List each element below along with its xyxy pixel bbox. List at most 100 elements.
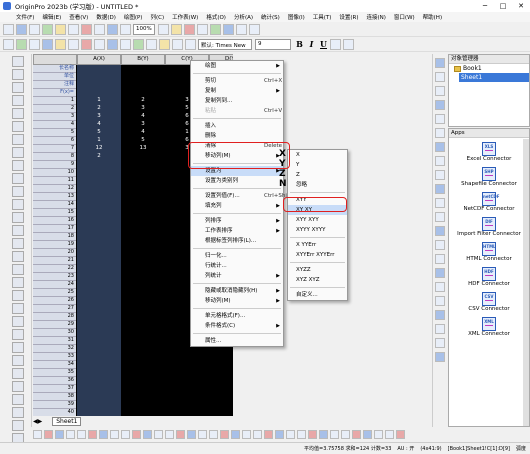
plot-type-icon[interactable] — [286, 429, 295, 439]
menu-item[interactable]: 查看(V) — [69, 13, 88, 21]
submenu-item[interactable]: XYZZ — [288, 265, 347, 275]
context-menu-item[interactable]: 列排序 ▶ — [191, 216, 283, 226]
plot-type-icon[interactable] — [99, 429, 108, 439]
dock-tool-icon[interactable] — [435, 128, 445, 138]
dock-tool-icon[interactable] — [435, 86, 445, 96]
script-window-icon[interactable] — [170, 23, 182, 35]
subscript-icon[interactable] — [343, 38, 354, 50]
row-number[interactable]: 9 — [33, 161, 76, 169]
gadget-icon[interactable] — [12, 420, 24, 431]
plot-type-icon[interactable] — [264, 429, 273, 439]
plot-type-icon[interactable] — [44, 429, 53, 439]
row-number[interactable]: 20 — [33, 249, 76, 257]
dock-tool-icon[interactable] — [435, 184, 445, 194]
table-cell[interactable]: 1 — [77, 137, 121, 145]
table-cell[interactable]: 3 — [121, 105, 165, 113]
row-number[interactable]: 2 — [33, 105, 76, 113]
apps-scrollbar[interactable] — [523, 139, 529, 426]
arrow-icon[interactable] — [12, 160, 24, 171]
dock-tool-icon[interactable] — [435, 142, 445, 152]
zoom-combo[interactable]: 100% — [133, 23, 155, 35]
row-number[interactable]: 35 — [33, 369, 76, 377]
new-matrix-icon[interactable] — [42, 23, 53, 35]
bold-button[interactable]: B — [294, 39, 305, 50]
row-number[interactable]: 24 — [33, 281, 76, 289]
row-number[interactable]: 10 — [33, 169, 76, 177]
menu-item[interactable]: 图像(I) — [288, 13, 305, 21]
context-menu-item[interactable]: 根据标签列排序(L)... — [191, 236, 283, 246]
new-workbook-icon[interactable] — [16, 23, 27, 35]
zoom-in-icon[interactable] — [157, 23, 169, 35]
plot-pie-icon[interactable] — [107, 38, 118, 50]
font-name-combo[interactable]: 默认: Times New — [198, 38, 252, 50]
menu-item[interactable]: 文件(F) — [16, 13, 34, 21]
submenu-item[interactable]: 自定义... — [288, 290, 347, 300]
menu-item[interactable]: 统计(S) — [261, 13, 280, 21]
context-menu-item[interactable]: 删除 — [191, 131, 283, 141]
context-menu-item[interactable]: 剪切 Ctrl+X — [191, 76, 283, 86]
row-number[interactable]: 37 — [33, 385, 76, 393]
menu-item[interactable]: 绘图(P) — [124, 13, 143, 21]
menu-item[interactable]: 分析(A) — [234, 13, 253, 21]
menu-item[interactable]: 工具(T) — [313, 13, 332, 21]
plot-type-icon[interactable] — [132, 429, 141, 439]
table-cell[interactable]: 5 — [77, 129, 121, 137]
plot-type-icon[interactable] — [231, 429, 240, 439]
fit-icon[interactable] — [159, 38, 170, 50]
table-cell[interactable]: 1 — [77, 97, 121, 105]
submenu-item[interactable]: XX — [279, 149, 347, 160]
insert-graph-icon[interactable] — [12, 251, 24, 262]
plot-type-icon[interactable] — [385, 429, 394, 439]
context-menu-item[interactable]: 填充列 ▶ — [191, 201, 283, 211]
dock-tool-icon[interactable] — [435, 72, 445, 82]
context-menu-item[interactable]: 归一化... — [191, 251, 283, 261]
menu-item[interactable]: 列(C) — [150, 13, 164, 21]
dock-tool-icon[interactable] — [435, 338, 445, 348]
copy-icon[interactable] — [120, 23, 131, 35]
plot-type-icon[interactable] — [396, 429, 405, 439]
legend-icon[interactable] — [12, 290, 24, 301]
dock-tool-icon[interactable] — [435, 282, 445, 292]
app-item[interactable]: netCDF NetCDF Connector — [449, 192, 529, 213]
submenu-item[interactable]: XYY XYY — [288, 215, 347, 225]
results-log-icon[interactable] — [196, 23, 208, 35]
equation-icon[interactable] — [12, 329, 24, 340]
plot-type-icon[interactable] — [143, 429, 152, 439]
rescale-icon[interactable] — [12, 381, 24, 392]
sheet1-node[interactable]: Sheet1 — [459, 73, 529, 82]
row-number[interactable]: 26 — [33, 297, 76, 305]
plot-type-icon[interactable] — [198, 429, 207, 439]
plot-column-icon[interactable] — [94, 38, 105, 50]
submenu-item[interactable]: XYYY XYYY — [288, 225, 347, 235]
merge-icon[interactable] — [12, 407, 24, 418]
scale-icon[interactable] — [12, 82, 24, 93]
plot-3d-icon[interactable] — [120, 38, 131, 50]
row-number[interactable]: 8 — [33, 153, 76, 161]
row-number[interactable]: 14 — [33, 201, 76, 209]
region-icon[interactable] — [12, 121, 24, 132]
font-size-combo[interactable]: 9 — [255, 38, 291, 50]
row-number[interactable]: 19 — [33, 241, 76, 249]
plot-contour-icon[interactable] — [133, 38, 144, 50]
dock-tool-icon[interactable] — [435, 114, 445, 124]
row-number[interactable]: 27 — [33, 305, 76, 313]
row-number[interactable]: 13 — [33, 193, 76, 201]
context-menu-item[interactable]: 复制 ▶ — [191, 86, 283, 96]
submenu-item[interactable]: ZZ — [279, 169, 347, 180]
plot-type-icon[interactable] — [253, 429, 262, 439]
table-icon[interactable] — [12, 316, 24, 327]
menu-item[interactable]: 编辑(E) — [42, 13, 61, 21]
layer-icon[interactable] — [12, 264, 24, 275]
print-icon[interactable] — [94, 23, 105, 35]
superscript-icon[interactable] — [330, 38, 341, 50]
draw-icon[interactable] — [12, 134, 24, 145]
row-number[interactable]: 21 — [33, 257, 76, 265]
row-number[interactable]: 16 — [33, 217, 76, 225]
context-menu-item[interactable]: 绘图 ▶ — [191, 61, 283, 71]
plot-type-icon[interactable] — [352, 429, 361, 439]
text-tool-icon[interactable] — [172, 38, 183, 50]
statistics-icon[interactable] — [42, 38, 53, 50]
row-number[interactable]: 23 — [33, 273, 76, 281]
context-menu-item[interactable]: 条件格式(C) ▶ — [191, 321, 283, 331]
context-menu-item[interactable]: 行统计... — [191, 261, 283, 271]
